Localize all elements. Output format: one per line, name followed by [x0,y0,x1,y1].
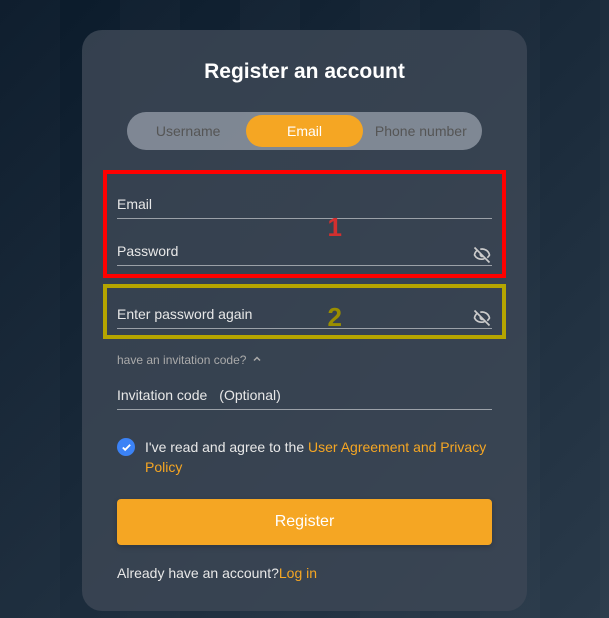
invitation-optional-label: (Optional) [219,387,280,403]
email-field-wrapper: Email [117,182,492,219]
invitation-code-label: Invitation code [117,387,207,403]
agreement-prefix: I've read and agree to the [145,439,308,455]
register-card: Register an account Username Email Phone… [82,30,527,611]
eye-off-icon[interactable] [472,245,492,265]
invitation-toggle-label: have an invitation code? [117,353,246,367]
page-title: Register an account [117,60,492,84]
confirm-password-field-wrapper: Enter password again [117,292,492,329]
login-prefix: Already have an account? [117,565,279,581]
eye-off-icon[interactable] [472,308,492,328]
tab-phone[interactable]: Phone number [363,115,479,147]
confirm-password-label: Enter password again [117,306,492,322]
annotation-box-2: Enter password again [103,284,506,339]
invitation-toggle[interactable]: have an invitation code? [117,353,492,367]
invitation-field-wrapper[interactable]: Invitation code (Optional) [117,377,492,410]
login-link[interactable]: Log in [279,565,317,581]
password-label: Password [117,243,492,259]
chevron-up-icon [252,353,262,367]
register-method-tabs: Username Email Phone number [127,112,482,150]
tab-username[interactable]: Username [130,115,246,147]
email-label: Email [117,196,492,212]
tab-email[interactable]: Email [246,115,362,147]
agreement-checkbox[interactable] [117,438,135,456]
login-row: Already have an account?Log in [117,565,492,581]
register-button[interactable]: Register [117,499,492,545]
agreement-text: I've read and agree to the User Agreemen… [145,438,492,477]
annotation-box-1: Email Password [103,170,506,278]
agreement-row: I've read and agree to the User Agreemen… [117,438,492,477]
password-field-wrapper: Password [117,229,492,266]
